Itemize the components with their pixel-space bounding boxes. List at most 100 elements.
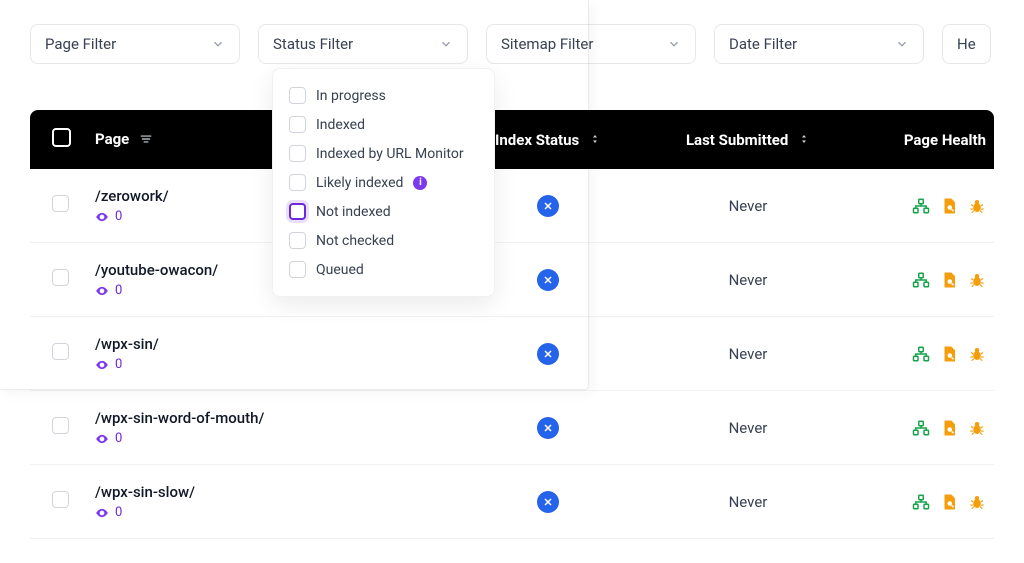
table-row: /youtube-owacon/0Never [30,243,994,317]
views-count: 0 [115,357,122,372]
status-option[interactable]: Likely indexed i [283,168,484,197]
file-search-icon[interactable] [940,419,958,437]
status-option-label: In progress [316,88,386,104]
table-row: /wpx-sin/0 Never [30,317,994,391]
sitemap-icon[interactable] [912,345,930,363]
pages-table-wrap: Page Index Status Last Submitted [30,110,994,539]
not-indexed-badge [537,269,559,291]
page-health-icons [875,419,986,437]
status-option-label: Not checked [316,233,394,249]
sort-updown-icon [589,133,601,148]
status-option[interactable]: In progress [283,81,484,110]
table-row: /zerowork/0Never [30,169,994,243]
page-views: 0 [95,431,451,446]
sort-icon [139,132,153,149]
status-filter-dropdown[interactable]: In progress Indexed Indexed by URL Monitor… [272,68,495,297]
row-checkbox[interactable] [52,343,69,360]
pages-table: Page Index Status Last Submitted [30,110,994,539]
status-option[interactable]: Not indexed [283,197,484,226]
extra-filter-label: He [957,35,976,53]
last-submitted-value: Never [729,345,768,363]
table-row: /wpx-sin-word-of-mouth/0 Never [30,391,994,465]
status-option[interactable]: Indexed by URL Monitor [283,139,484,168]
checkbox[interactable] [289,87,306,104]
eye-icon [95,432,109,446]
page-health-icons [875,493,986,511]
page-health-icons [875,197,986,215]
last-submitted-value: Never [729,419,768,437]
bug-icon[interactable] [968,197,986,215]
status-option[interactable]: Indexed [283,110,484,139]
status-filter-label: Status Filter [273,35,353,53]
page-health-icons [875,345,986,363]
checkbox[interactable] [289,116,306,133]
bug-icon[interactable] [968,345,986,363]
bug-icon[interactable] [968,271,986,289]
status-option[interactable]: Queued [283,255,484,284]
bug-icon[interactable] [968,419,986,437]
not-indexed-badge [537,491,559,513]
bug-icon[interactable] [968,493,986,511]
page-health-icons [875,271,986,289]
eye-icon [95,284,109,298]
table-row: /wpx-sin-slow/0 Never [30,465,994,539]
checkbox[interactable] [289,174,306,191]
file-search-icon[interactable] [940,271,958,289]
sitemap-filter-label: Sitemap Filter [501,35,593,53]
info-icon: i [413,176,427,190]
column-page-label: Page [95,130,129,148]
page-filter-label: Page Filter [45,35,116,53]
not-indexed-badge [537,343,559,365]
row-checkbox[interactable] [52,269,69,286]
views-count: 0 [115,283,122,298]
sitemap-icon[interactable] [912,197,930,215]
status-option-label: Indexed by URL Monitor [316,146,464,162]
chevron-down-icon [439,37,453,51]
views-count: 0 [115,209,122,224]
eye-icon [95,506,109,520]
file-search-icon[interactable] [940,493,958,511]
file-search-icon[interactable] [940,345,958,363]
sitemap-filter[interactable]: Sitemap Filter [486,24,696,64]
checkbox[interactable] [289,145,306,162]
column-page-health-label: Page Health [904,131,986,149]
chevron-down-icon [667,37,681,51]
page-views: 0 [95,505,451,520]
chevron-down-icon [895,37,909,51]
status-option[interactable]: Not checked [283,226,484,255]
date-filter-label: Date Filter [729,35,797,53]
views-count: 0 [115,431,122,446]
column-last-submitted[interactable]: Last Submitted [633,110,863,169]
views-count: 0 [115,505,122,520]
row-checkbox[interactable] [52,417,69,434]
table-header-row: Page Index Status Last Submitted [30,110,994,169]
not-indexed-badge [537,417,559,439]
sitemap-icon[interactable] [912,419,930,437]
status-filter[interactable]: Status Filter [258,24,468,64]
last-submitted-value: Never [729,493,768,511]
page-path[interactable]: /wpx-sin-slow/ [95,483,451,501]
checkbox[interactable] [289,203,306,220]
page-path[interactable]: /wpx-sin/ [95,335,451,353]
column-page-health[interactable]: Page Health [863,110,994,169]
sitemap-icon[interactable] [912,271,930,289]
row-checkbox[interactable] [52,195,69,212]
file-search-icon[interactable] [940,197,958,215]
checkbox[interactable] [289,232,306,249]
checkbox[interactable] [289,261,306,278]
date-filter[interactable]: Date Filter [714,24,924,64]
sitemap-icon[interactable] [912,493,930,511]
page-path[interactable]: /wpx-sin-word-of-mouth/ [95,409,451,427]
last-submitted-value: Never [729,197,768,215]
status-option-label: Indexed [316,117,365,133]
filter-bar: Page Filter Status Filter Sitemap Filter… [0,0,1024,80]
last-submitted-value: Never [729,271,768,289]
page-filter[interactable]: Page Filter [30,24,240,64]
sort-updown-icon [798,133,810,148]
not-indexed-badge [537,195,559,217]
extra-filter[interactable]: He [942,24,991,64]
page-views: 0 [95,357,451,372]
status-option-label: Likely indexed [316,175,403,191]
row-checkbox[interactable] [52,491,69,508]
select-all-checkbox[interactable] [52,128,71,147]
